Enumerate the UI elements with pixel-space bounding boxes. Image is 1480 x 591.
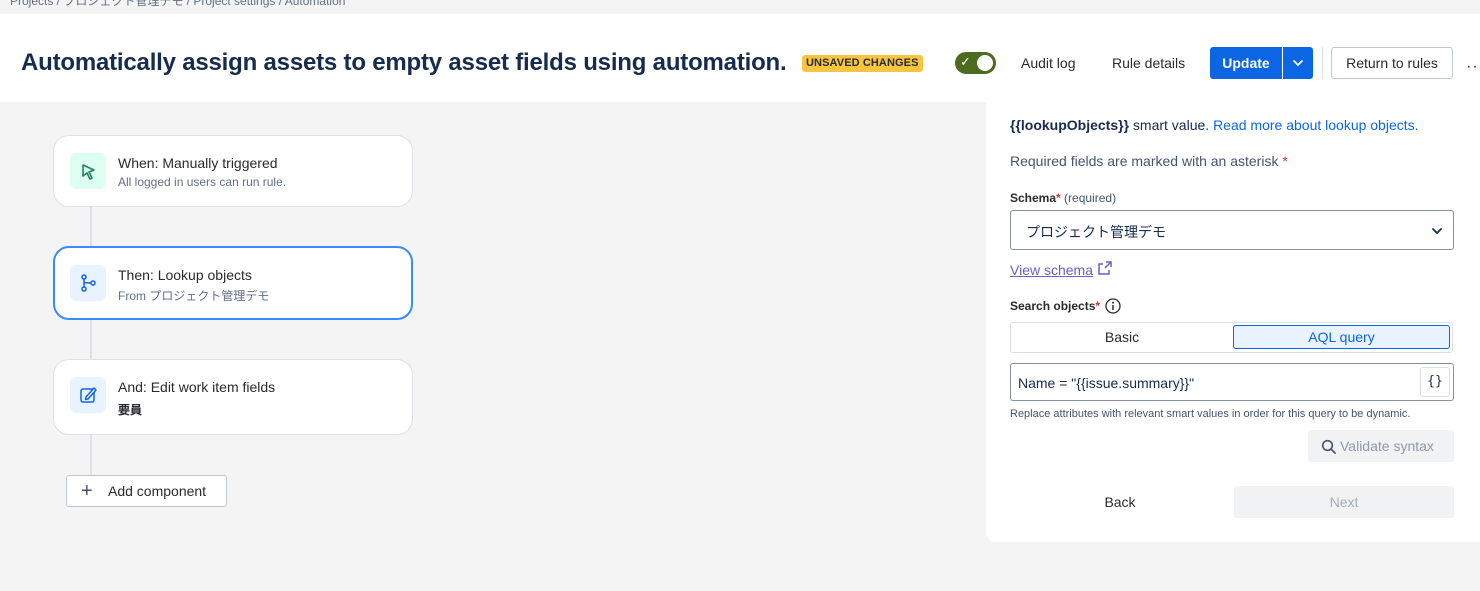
back-button[interactable]: Back xyxy=(1010,486,1230,518)
component-subtitle: From プロジェクト管理デモ xyxy=(118,289,270,303)
validate-syntax-label: Validate syntax xyxy=(1340,438,1434,454)
required-note-text: Required fields are marked with an aster… xyxy=(1010,153,1279,169)
required-hint: (required) xyxy=(1064,191,1117,205)
aql-query-value: Name = "{{issue.summary}}" xyxy=(1018,375,1195,391)
unsaved-changes-badge: UNSAVED CHANGES xyxy=(802,55,923,72)
plus-icon: + xyxy=(81,480,93,502)
validate-syntax-button[interactable]: Validate syntax xyxy=(1308,430,1454,462)
rule-enabled-toggle[interactable]: ✓ xyxy=(955,52,996,74)
audit-log-button[interactable]: Audit log xyxy=(1021,48,1075,78)
schema-label: Schema* (required) xyxy=(1010,191,1116,205)
info-icon[interactable] xyxy=(1105,298,1122,314)
chevron-down-icon xyxy=(1432,228,1442,234)
component-config-panel: {{lookupObjects}} smart value. Read more… xyxy=(986,102,1480,542)
rule-details-button[interactable]: Rule details xyxy=(1112,48,1185,78)
flow-connector xyxy=(90,319,92,361)
page-header: Automatically assign assets to empty ass… xyxy=(0,14,1480,102)
intro-text: {{lookupObjects}} smart value. Read more… xyxy=(1010,117,1419,133)
required-mark: * xyxy=(1282,153,1288,169)
add-component-label: Add component xyxy=(108,483,207,499)
external-link-icon xyxy=(1098,261,1112,275)
tab-basic[interactable]: Basic xyxy=(1011,323,1233,352)
component-card-trigger[interactable]: When: Manually triggered All logged in u… xyxy=(53,135,413,207)
toggle-knob xyxy=(977,55,993,71)
next-button[interactable]: Next xyxy=(1234,486,1454,518)
more-options-icon[interactable]: ··· xyxy=(1466,59,1480,75)
search-icon xyxy=(1321,439,1336,454)
component-card-edit[interactable]: And: Edit work item fields 要員 xyxy=(53,359,413,435)
return-to-rules-button[interactable]: Return to rules xyxy=(1331,47,1453,79)
schema-select[interactable]: プロジェクト管理デモ xyxy=(1010,210,1454,250)
edit-icon xyxy=(70,377,106,413)
smart-values-button[interactable]: {} xyxy=(1420,367,1450,397)
aql-hint: Replace attributes with relevant smart v… xyxy=(1010,408,1411,420)
component-card-lookup[interactable]: Then: Lookup objects From プロジェクト管理デモ xyxy=(53,246,413,320)
search-mode-toggle: Basic AQL query xyxy=(1010,322,1453,353)
lookup-objects-link[interactable]: Read more about lookup objects. xyxy=(1213,117,1418,133)
schema-select-value: プロジェクト管理デモ xyxy=(1026,224,1166,240)
update-button[interactable]: Update xyxy=(1210,47,1282,79)
add-component-button[interactable]: + Add component xyxy=(66,475,227,507)
page-title: Automatically assign assets to empty ass… xyxy=(21,49,787,76)
check-icon: ✓ xyxy=(960,54,971,69)
search-label-text: Search objects xyxy=(1010,299,1096,313)
view-schema-text: View schema xyxy=(1010,262,1094,278)
component-title: Then: Lookup objects xyxy=(118,267,252,283)
breadcrumb-strip: Projects / プロジェクト管理デモ / Project settings… xyxy=(0,0,1480,14)
intro-suffix: smart value. xyxy=(1129,117,1210,133)
component-subtitle: All logged in users can run rule. xyxy=(118,175,287,189)
flow-connector xyxy=(90,434,92,476)
search-objects-label: Search objects* xyxy=(1010,298,1122,314)
schema-label-text: Schema xyxy=(1010,191,1057,205)
divider xyxy=(1322,47,1323,79)
tab-aql-query[interactable]: AQL query xyxy=(1233,325,1450,349)
flow-connector xyxy=(90,206,92,248)
cursor-click-icon xyxy=(70,153,106,189)
required-mark: * xyxy=(1095,299,1101,313)
breadcrumb: Projects / プロジェクト管理デモ / Project settings… xyxy=(10,0,346,8)
smart-value-name: {{lookupObjects}} xyxy=(1010,117,1130,133)
update-dropdown-button[interactable] xyxy=(1283,47,1313,79)
component-title: When: Manually triggered xyxy=(118,155,278,171)
component-title: And: Edit work item fields xyxy=(118,379,276,395)
branch-icon xyxy=(70,265,106,301)
chevron-down-icon xyxy=(1293,60,1303,66)
required-note: Required fields are marked with an aster… xyxy=(1010,153,1288,169)
required-mark: * xyxy=(1056,191,1061,205)
aql-query-input[interactable]: Name = "{{issue.summary}}" {} xyxy=(1010,363,1454,401)
view-schema-link[interactable]: View schema xyxy=(1010,260,1113,278)
component-subtitle: 要員 xyxy=(118,403,143,417)
